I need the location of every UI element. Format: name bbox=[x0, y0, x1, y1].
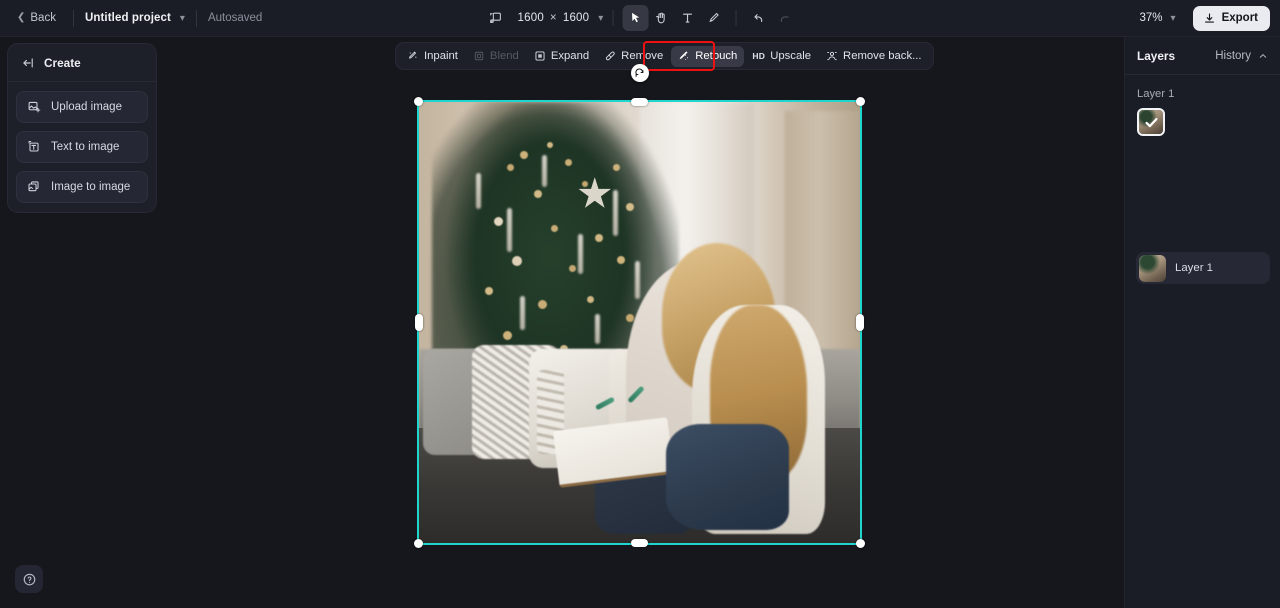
chevron-down-icon[interactable]: ▾ bbox=[180, 13, 185, 24]
chevron-down-icon[interactable]: ▾ bbox=[1171, 13, 1176, 24]
image-to-image-icon bbox=[27, 180, 41, 194]
image-to-image-label: Image to image bbox=[51, 181, 131, 193]
resize-handle-bottom-right[interactable] bbox=[856, 539, 865, 548]
zoom-level-value: 37% bbox=[1139, 12, 1163, 24]
canvas-resize-icon[interactable] bbox=[483, 5, 509, 31]
undo-button[interactable] bbox=[745, 5, 771, 31]
layer-name-label: Layer 1 bbox=[1175, 262, 1213, 274]
back-label: Back bbox=[30, 12, 56, 24]
text-to-image-button[interactable]: Text to image bbox=[16, 131, 148, 163]
export-label: Export bbox=[1221, 12, 1258, 24]
text-to-image-label: Text to image bbox=[51, 141, 120, 153]
active-layer-thumbnail[interactable] bbox=[1137, 108, 1165, 136]
history-label: History bbox=[1215, 50, 1251, 62]
upload-image-button[interactable]: Upload image bbox=[16, 91, 148, 123]
resize-handle-top[interactable] bbox=[630, 98, 648, 106]
canvas-image bbox=[419, 102, 860, 543]
check-icon bbox=[1139, 110, 1163, 134]
resize-handle-bottom-left[interactable] bbox=[414, 539, 423, 548]
history-toggle[interactable]: History bbox=[1215, 50, 1268, 62]
divider bbox=[735, 10, 737, 26]
divider bbox=[612, 10, 614, 26]
layer-list-item[interactable]: Layer 1 bbox=[1136, 252, 1270, 284]
collapse-left-icon[interactable] bbox=[21, 56, 35, 70]
rotate-handle[interactable] bbox=[630, 64, 649, 82]
chevron-down-icon[interactable]: ▾ bbox=[598, 13, 603, 24]
image-to-image-button[interactable]: Image to image bbox=[16, 171, 148, 203]
export-button[interactable]: Export bbox=[1192, 5, 1270, 31]
top-bar-right-group: 37% ▾ Export bbox=[1136, 5, 1270, 31]
zoom-level-control[interactable]: 37% ▾ bbox=[1136, 8, 1180, 28]
top-bar: ❮ Back Untitled project ▾ Autosaved 1600… bbox=[0, 0, 1280, 37]
brush-tool[interactable] bbox=[700, 5, 726, 31]
download-icon bbox=[1204, 13, 1214, 23]
chevron-left-icon: ❮ bbox=[17, 12, 26, 23]
layers-panel-header: Layers History bbox=[1125, 37, 1280, 75]
artboard[interactable] bbox=[417, 100, 862, 545]
canvas-size-control[interactable]: 1600 × 1600 ▾ bbox=[518, 12, 604, 24]
create-panel-title: Create bbox=[44, 56, 81, 70]
text-to-image-icon bbox=[27, 140, 41, 154]
create-panel-header: Create bbox=[8, 44, 156, 82]
back-button[interactable]: ❮ Back bbox=[11, 8, 62, 28]
resize-handle-left[interactable] bbox=[415, 313, 423, 331]
canvas-width: 1600 bbox=[517, 12, 544, 24]
select-tool[interactable] bbox=[622, 5, 649, 31]
help-button[interactable] bbox=[15, 565, 43, 593]
hand-tool[interactable] bbox=[648, 5, 674, 31]
canvas-area[interactable] bbox=[160, 37, 1123, 608]
project-name: Untitled project bbox=[84, 12, 171, 24]
text-tool[interactable] bbox=[674, 5, 700, 31]
resize-handle-top-left[interactable] bbox=[414, 97, 423, 106]
redo-button[interactable] bbox=[771, 5, 797, 31]
create-panel: Create Upload image Text to image Image … bbox=[7, 43, 157, 213]
size-separator: × bbox=[549, 12, 557, 24]
create-panel-list: Upload image Text to image Image to imag… bbox=[8, 82, 156, 203]
autosaved-status: Autosaved bbox=[207, 12, 263, 24]
top-bar-left-group: ❮ Back Untitled project ▾ Autosaved bbox=[0, 8, 262, 28]
upload-image-label: Upload image bbox=[51, 101, 122, 113]
resize-handle-right[interactable] bbox=[856, 313, 864, 331]
upload-image-icon bbox=[27, 100, 41, 114]
resize-handle-top-right[interactable] bbox=[856, 97, 865, 106]
divider bbox=[72, 9, 74, 27]
resize-handle-bottom[interactable] bbox=[630, 539, 648, 547]
layers-title: Layers bbox=[1137, 49, 1176, 63]
layer-thumbnail bbox=[1139, 254, 1166, 282]
layers-panel: Layers History Layer 1 Layer 1 bbox=[1124, 37, 1280, 608]
artboard-wrapper bbox=[414, 64, 865, 548]
active-layer-label: Layer 1 bbox=[1137, 88, 1175, 100]
image-editor-app: ❮ Back Untitled project ▾ Autosaved 1600… bbox=[0, 0, 1280, 608]
divider bbox=[195, 9, 197, 27]
rotate-icon bbox=[635, 67, 644, 77]
question-mark-icon bbox=[23, 573, 35, 585]
chevron-up-icon bbox=[1259, 54, 1267, 58]
canvas-height: 1600 bbox=[562, 12, 590, 24]
top-bar-center-group: 1600 × 1600 ▾ bbox=[483, 5, 798, 31]
